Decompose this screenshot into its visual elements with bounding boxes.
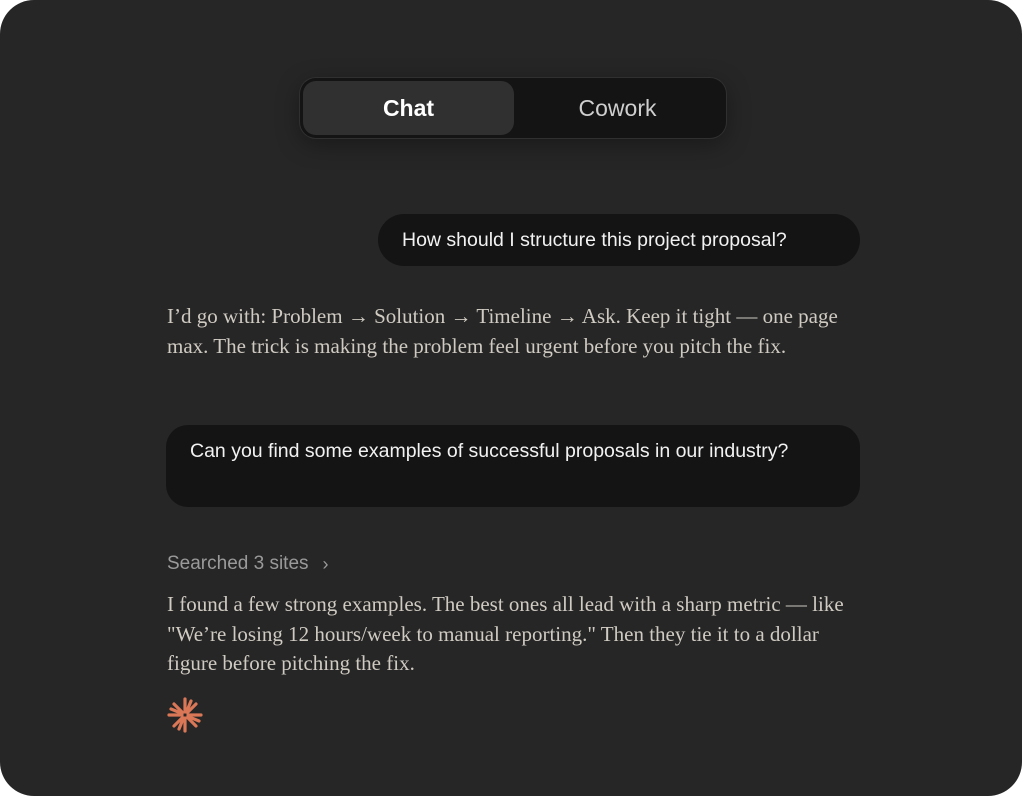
assistant-message-2: I found a few strong examples. The best … — [167, 592, 844, 675]
tab-chat[interactable]: Chat — [303, 81, 514, 135]
spark-icon — [167, 697, 203, 733]
tab-cowork[interactable]: Cowork — [512, 81, 723, 135]
mode-toggle: Chat Cowork — [300, 78, 726, 138]
search-status-toggle[interactable]: Searched 3 sites › — [167, 551, 329, 577]
chat-window: Chat Cowork How should I structure this … — [0, 0, 1022, 796]
assistant-message-1: I’d go with: Problem → Solution → Timeli… — [167, 304, 838, 358]
search-status-label: Searched 3 sites — [167, 553, 309, 574]
user-message-2: Can you find some examples of successful… — [166, 425, 860, 507]
user-message-1: How should I structure this project prop… — [378, 214, 860, 266]
chevron-right-icon: › — [322, 553, 329, 574]
